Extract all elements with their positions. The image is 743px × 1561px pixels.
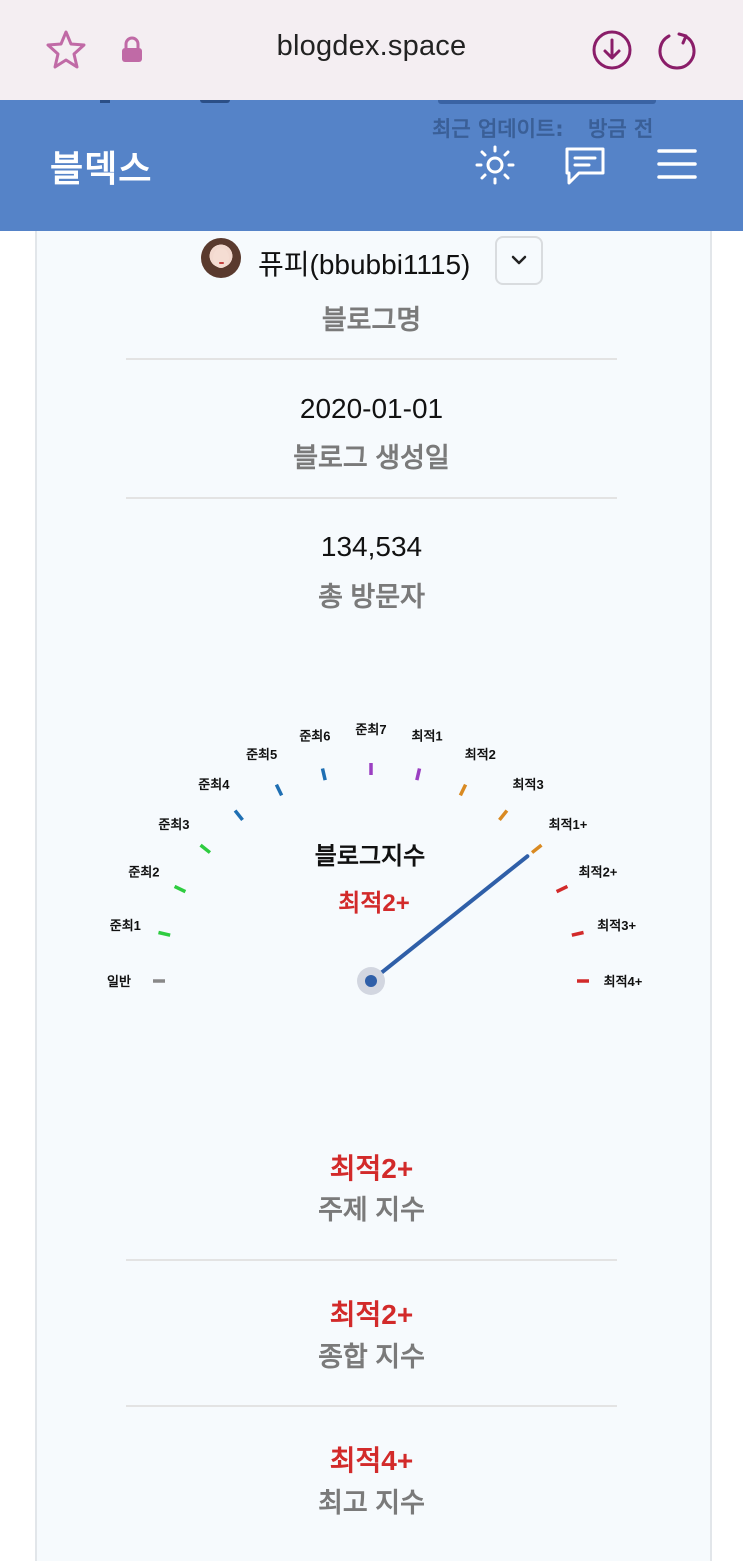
gauge-level-label: 준최3 bbox=[158, 817, 189, 832]
gauge-level-label: 준최6 bbox=[299, 728, 330, 743]
topic-index-label: 주제 지수 bbox=[318, 1195, 425, 1225]
gauge-tick bbox=[415, 768, 422, 781]
gauge-tick bbox=[498, 809, 509, 822]
chevron-down-icon bbox=[511, 255, 527, 265]
gauge-tick bbox=[274, 783, 284, 797]
refresh-icon[interactable] bbox=[655, 28, 699, 72]
gauge-level-label: 준최5 bbox=[246, 747, 277, 762]
best-index-value: 최적4+ bbox=[329, 1445, 414, 1476]
blog-name-label: 블로그명 bbox=[321, 305, 422, 335]
underlying-fragment bbox=[200, 100, 230, 103]
browser-toolbar: blogdex.space bbox=[0, 0, 743, 100]
gauge-level-label: 준최7 bbox=[355, 722, 386, 737]
gauge-tick bbox=[320, 768, 327, 781]
gauge-level-label: 준최2 bbox=[128, 865, 159, 880]
gauge-level-label: 최적2+ bbox=[579, 865, 618, 880]
overall-index-label: 종합 지수 bbox=[318, 1342, 425, 1372]
gauge-tick bbox=[173, 884, 187, 894]
account-dropdown-button[interactable] bbox=[495, 236, 543, 285]
total-visitors-value: 134,534 bbox=[320, 531, 423, 562]
gauge-title: 블로그지수 bbox=[315, 843, 425, 870]
blog-index-gauge: 일반 준최1 준최2 준최3 준최4 준최5 준최6 준최7 최적1 최적2 최적3 최적1+ 최적2+… bbox=[107, 722, 643, 995]
avatar bbox=[201, 238, 241, 278]
gauge-tick bbox=[199, 843, 212, 854]
overall-index-value: 최적2+ bbox=[329, 1299, 414, 1330]
app-title[interactable]: 블덱스 bbox=[50, 140, 152, 192]
gauge-level-label: 최적2 bbox=[465, 747, 496, 762]
underlying-button-edge bbox=[438, 100, 656, 104]
gauge-tick bbox=[571, 930, 584, 937]
divider bbox=[126, 1259, 617, 1261]
created-date-label: 블로그 생성일 bbox=[293, 443, 450, 473]
gauge-level-label: 준최1 bbox=[110, 918, 141, 933]
gauge-level-label: 최적3 bbox=[513, 777, 544, 792]
gauge-tick bbox=[530, 843, 543, 854]
gauge-tick bbox=[555, 884, 569, 894]
gauge-level-label: 준최4 bbox=[198, 777, 230, 792]
sun-icon[interactable] bbox=[474, 144, 516, 186]
gauge-tick bbox=[458, 783, 468, 797]
gauge-tick bbox=[158, 930, 171, 937]
gauge-level-label: 최적4+ bbox=[604, 974, 643, 989]
chat-icon[interactable] bbox=[563, 143, 609, 187]
gauge-level-label: 최적3+ bbox=[597, 918, 636, 933]
blog-username: 퓨피(bbubbi1115) bbox=[258, 249, 471, 280]
gauge-current-level: 최적2+ bbox=[338, 890, 410, 917]
update-value: 방금 전 bbox=[588, 117, 654, 141]
menu-icon[interactable] bbox=[656, 146, 698, 182]
gauge-level-label: 일반 bbox=[107, 974, 131, 989]
divider bbox=[126, 358, 617, 360]
gauge-level-label: 최적1 bbox=[411, 728, 442, 743]
total-visitors-label: 총 방문자 bbox=[318, 582, 425, 612]
best-index-label: 최고 지수 bbox=[318, 1488, 425, 1518]
gauge-tick bbox=[233, 809, 244, 822]
divider bbox=[126, 497, 617, 499]
divider bbox=[126, 1405, 617, 1407]
gauge-needle bbox=[369, 854, 530, 983]
update-label: 최근 업데이트: bbox=[432, 117, 564, 141]
gauge-hub-center bbox=[365, 975, 377, 987]
gauge-ticks bbox=[153, 763, 589, 983]
topic-index-value: 최적2+ bbox=[329, 1153, 414, 1184]
gauge-level-label: 최적1+ bbox=[549, 817, 588, 832]
created-date-value: 2020-01-01 bbox=[299, 393, 444, 424]
underlying-fragment bbox=[100, 100, 110, 103]
download-icon[interactable] bbox=[590, 28, 634, 72]
